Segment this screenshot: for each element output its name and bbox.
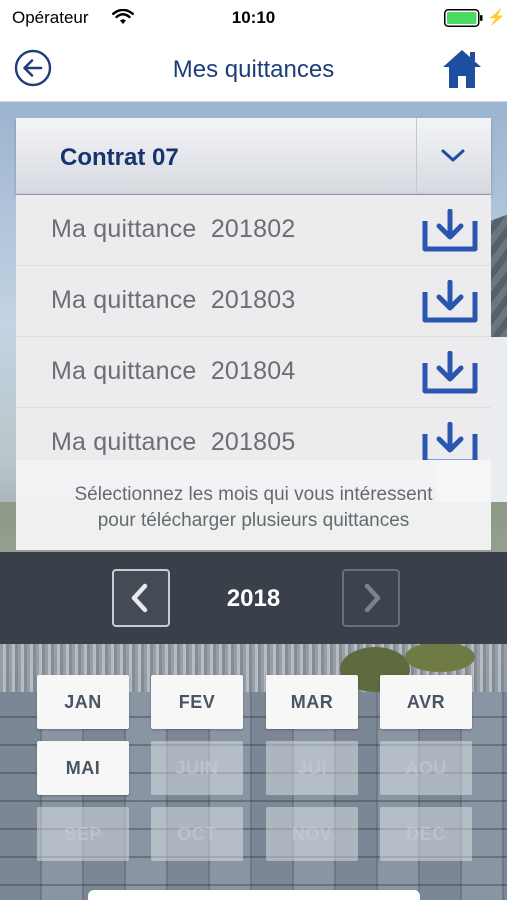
receipt-list[interactable]: Ma quittance 201802 Ma quittance 201803 …: [16, 195, 491, 460]
divider: [416, 118, 417, 194]
receipt-label: Ma quittance 201802: [51, 215, 296, 243]
list-item[interactable]: Ma quittance 201802: [16, 195, 491, 266]
year-label: 2018: [226, 585, 281, 612]
charging-icon: ⚡: [487, 9, 506, 26]
next-year-button[interactable]: [342, 569, 400, 627]
background-bush: [405, 642, 475, 672]
month-dec: DEC: [380, 807, 472, 861]
contract-title: Contrat 07: [60, 144, 179, 171]
receipt-label: Ma quittance 201803: [51, 286, 296, 314]
month-jun: JUIN: [151, 741, 243, 795]
month-nov: NOV: [266, 807, 358, 861]
multi-select-hint: Sélectionnez les mois qui vous intéresse…: [16, 460, 491, 550]
chevron-down-icon[interactable]: [439, 146, 467, 166]
contract-accordion-header[interactable]: Contrat 07: [16, 118, 491, 194]
month-sep: SEP: [37, 807, 129, 861]
clock: 10:10: [231, 8, 276, 27]
download-icon[interactable]: [421, 351, 479, 395]
month-oct: OCT: [151, 807, 243, 861]
month-feb[interactable]: FEV: [151, 675, 243, 729]
status-bar: Opérateur 10:10 ⚡: [0, 0, 507, 40]
chevron-right-icon: [364, 583, 381, 613]
home-icon[interactable]: [440, 48, 484, 90]
bottom-action-button[interactable]: [88, 890, 420, 900]
month-may[interactable]: MAI: [37, 741, 129, 795]
list-item[interactable]: Ma quittance 201805: [16, 408, 491, 460]
year-selector: 2018: [0, 552, 507, 644]
month-mar[interactable]: MAR: [266, 675, 358, 729]
download-icon[interactable]: [421, 280, 479, 324]
receipt-label: Ma quittance 201804: [51, 357, 296, 385]
battery-icon: [444, 9, 483, 27]
list-item[interactable]: Ma quittance 201803: [16, 266, 491, 337]
page-title: Mes quittances: [172, 56, 335, 83]
month-aug: AOU: [380, 741, 472, 795]
download-icon[interactable]: [421, 209, 479, 253]
list-item[interactable]: Ma quittance 201804: [16, 337, 491, 408]
month-jan[interactable]: JAN: [37, 675, 129, 729]
hint-line-1: Sélectionnez les mois qui vous intéresse…: [74, 484, 433, 505]
navigation-bar: Mes quittances: [0, 40, 507, 102]
receipt-label: Ma quittance 201805: [51, 428, 296, 456]
download-icon[interactable]: [421, 422, 479, 460]
month-jul: JUI: [266, 741, 358, 795]
month-apr[interactable]: AVR: [380, 675, 472, 729]
hint-line-2: pour télécharger plusieurs quittances: [97, 510, 410, 531]
